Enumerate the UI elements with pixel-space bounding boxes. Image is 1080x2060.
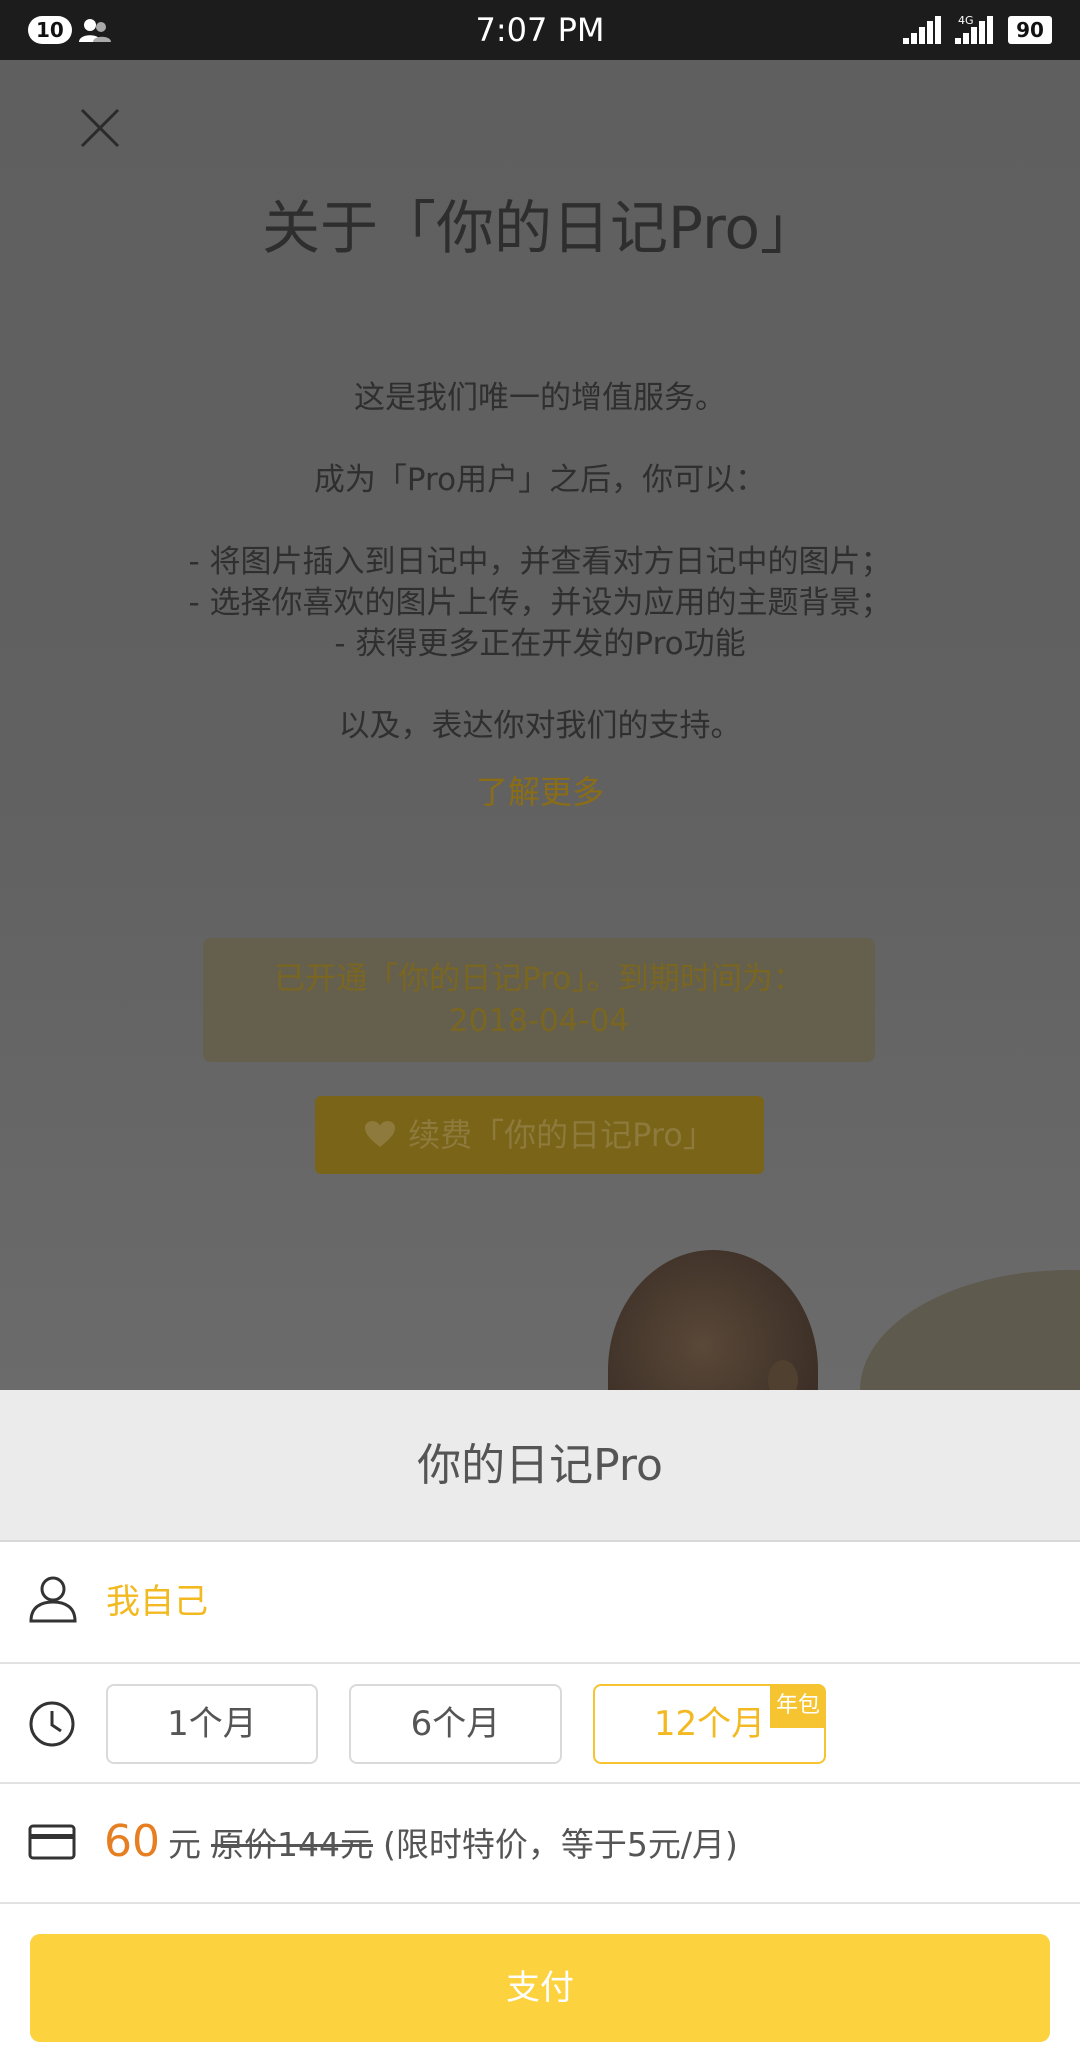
credit-card-icon <box>28 1824 76 1864</box>
description-spacer <box>100 501 980 542</box>
price-note: (限时特价，等于5元/月) <box>383 1825 738 1864</box>
price-summary: 60 元原价144元 (限时特价，等于5元/月) <box>104 1814 738 1873</box>
pay-button[interactable]: 支付 <box>30 1934 1050 2042</box>
status-bar: 10 7:07 PM 4G 90 <box>0 0 1080 60</box>
original-price: 原价144元 <box>211 1825 373 1864</box>
duration-row: 1个月 6个月 12个月 年包 <box>0 1664 1080 1784</box>
background-photo-hill <box>860 1270 1080 1390</box>
duration-option-6-months[interactable]: 6个月 <box>349 1684 562 1764</box>
page-title: 关于「你的日记Pro」 <box>261 194 818 262</box>
description-line: 这是我们唯一的增值服务。 <box>354 380 726 416</box>
description-spacer <box>100 665 980 706</box>
signal-icon <box>903 16 943 48</box>
learn-more-link[interactable]: 了解更多 <box>0 770 1080 814</box>
user-icon <box>28 1574 78 1628</box>
purchase-sheet: 你的日记Pro 我自己 1个月 6个月 12个月 年包 60 元 原价144元 … <box>0 1390 1080 2060</box>
description-line: 成为「Pro用户」之后，你可以： <box>313 462 767 498</box>
background-page: 关于「你的日记Pro」 这是我们唯一的增值服务。 成为「Pro用户」之后，你可以… <box>0 60 1080 1390</box>
subscription-expiry-date: 2018-04-04 <box>448 1003 630 1039</box>
duration-option-1-month[interactable]: 1个月 <box>106 1684 318 1764</box>
sheet-title: 你的日记Pro <box>417 1440 663 1491</box>
price-amount: 60 <box>104 1816 160 1867</box>
subscription-status-box: 已开通「你的日记Pro」。到期时间为： 2018-04-04 <box>203 938 875 1062</box>
description-line: 以及，表达你对我们的支持。 <box>338 708 742 744</box>
recipient-name: 我自己 <box>106 1582 208 1622</box>
battery-level: 90 <box>1008 16 1052 44</box>
sheet-header: 你的日记Pro <box>0 1390 1080 1542</box>
network-type-label: 4G <box>958 14 974 27</box>
renew-button[interactable]: 续费「你的日记Pro」 <box>315 1096 764 1174</box>
annual-badge: 年包 <box>770 1684 826 1728</box>
description-spacer <box>100 419 980 460</box>
renew-button-label: 续费「你的日记Pro」 <box>408 1116 715 1154</box>
duration-option-label: 12个月 <box>653 1704 766 1744</box>
close-icon[interactable] <box>78 106 122 150</box>
description-line: - 获得更多正在开发的Pro功能 <box>334 626 746 662</box>
recipient-row[interactable]: 我自己 <box>0 1542 1080 1664</box>
heart-icon <box>364 1098 396 1176</box>
price-unit: 元 <box>168 1825 201 1864</box>
price-row: 60 元原价144元 (限时特价，等于5元/月) <box>0 1784 1080 1904</box>
description-line: - 将图片插入到日记中，并查看对方日记中的图片； <box>188 544 892 580</box>
description-line: - 选择你喜欢的图片上传，并设为应用的主题背景； <box>188 585 892 621</box>
subscription-status-text: 已开通「你的日记Pro」。到期时间为： <box>274 961 804 997</box>
clock-icon <box>28 1700 76 1752</box>
about-description: 这是我们唯一的增值服务。 成为「Pro用户」之后，你可以： - 将图片插入到日记… <box>100 378 980 747</box>
duration-option-12-months[interactable]: 12个月 年包 <box>593 1684 826 1764</box>
